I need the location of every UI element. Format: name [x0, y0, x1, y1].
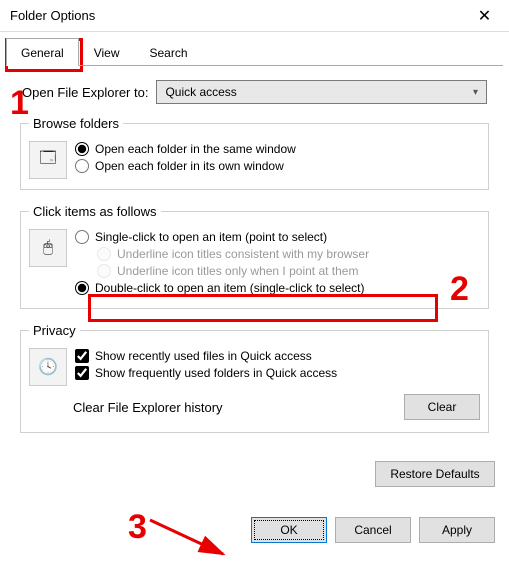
open-explorer-value: Quick access — [165, 85, 473, 99]
radio-same-window[interactable]: Open each folder in the same window — [75, 142, 480, 156]
tab-view[interactable]: View — [79, 38, 135, 66]
clear-button[interactable]: Clear — [404, 394, 480, 420]
click-items-group: Click items as follows 🖱 Single-click to… — [20, 204, 489, 309]
close-button[interactable]: ✕ — [462, 1, 507, 31]
cancel-button[interactable]: Cancel — [335, 517, 411, 543]
click-legend: Click items as follows — [29, 204, 161, 219]
title-bar: Folder Options ✕ — [0, 0, 509, 32]
dialog-button-row: OK Cancel Apply — [0, 487, 509, 555]
check-recent-files-input[interactable] — [75, 349, 89, 363]
restore-defaults-button[interactable]: Restore Defaults — [375, 461, 495, 487]
folder-window-icon: 🗔 — [29, 141, 67, 179]
window-title: Folder Options — [10, 8, 462, 23]
radio-own-window-input[interactable] — [75, 159, 89, 173]
cursor-click-icon: 🖱 — [29, 229, 67, 267]
radio-underline-point-input — [97, 264, 111, 278]
radio-single-click-input[interactable] — [75, 230, 89, 244]
apply-button[interactable]: Apply — [419, 517, 495, 543]
chevron-down-icon: ▾ — [473, 87, 478, 98]
clear-history-label: Clear File Explorer history — [73, 400, 404, 415]
ok-button[interactable]: OK — [251, 517, 327, 543]
open-explorer-dropdown[interactable]: Quick access ▾ — [156, 80, 487, 104]
radio-double-click[interactable]: Double-click to open an item (single-cli… — [75, 281, 480, 295]
check-freq-folders-input[interactable] — [75, 366, 89, 380]
radio-own-window[interactable]: Open each folder in its own window — [75, 159, 480, 173]
radio-underline-browser-input — [97, 247, 111, 261]
radio-double-click-input[interactable] — [75, 281, 89, 295]
radio-single-click[interactable]: Single-click to open an item (point to s… — [75, 230, 480, 244]
browse-folders-group: Browse folders 🗔 Open each folder in the… — [20, 116, 489, 190]
tab-row: General View Search — [0, 32, 509, 66]
check-recent-files[interactable]: Show recently used files in Quick access — [75, 349, 480, 363]
privacy-group: Privacy 🕓 Show recently used files in Qu… — [20, 323, 489, 433]
general-panel: Open File Explorer to: Quick access ▾ Br… — [14, 66, 495, 453]
check-freq-folders[interactable]: Show frequently used folders in Quick ac… — [75, 366, 480, 380]
privacy-clock-icon: 🕓 — [29, 348, 67, 386]
radio-same-window-input[interactable] — [75, 142, 89, 156]
browse-legend: Browse folders — [29, 116, 123, 131]
privacy-legend: Privacy — [29, 323, 80, 338]
tab-general[interactable]: General — [6, 38, 79, 66]
radio-underline-point: Underline icon titles only when I point … — [97, 264, 480, 278]
tab-search[interactable]: Search — [135, 38, 203, 66]
open-explorer-label: Open File Explorer to: — [22, 85, 148, 100]
radio-underline-browser: Underline icon titles consistent with my… — [97, 247, 480, 261]
